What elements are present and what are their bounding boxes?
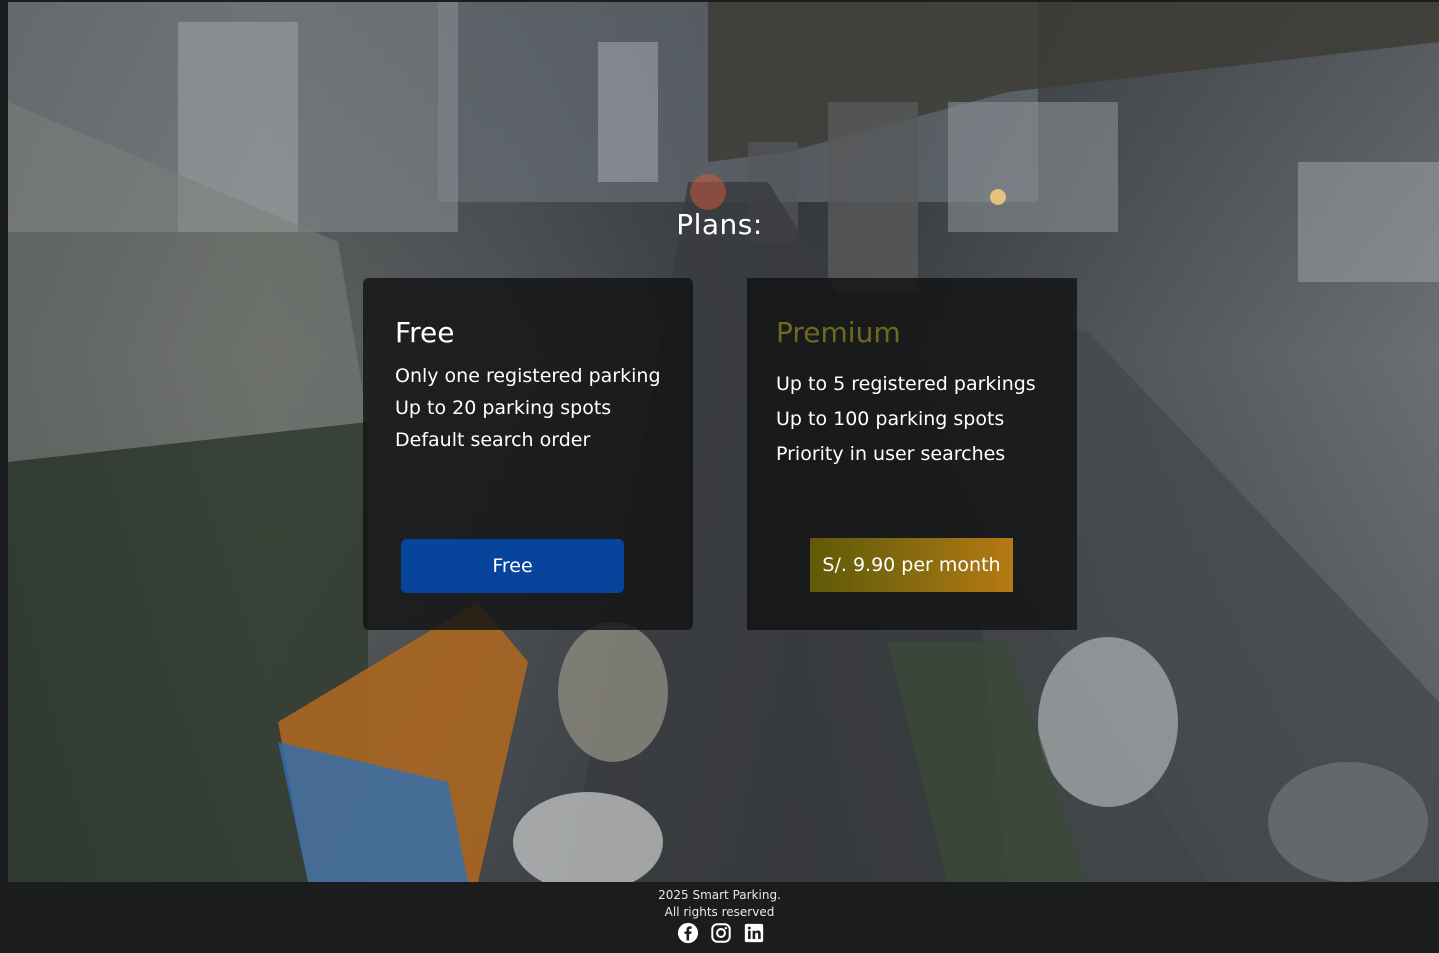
copyright-text: 2025 Smart Parking.: [658, 888, 781, 902]
feature-item: Only one registered parking: [395, 365, 661, 387]
rights-text: All rights reserved: [664, 905, 775, 919]
feature-item: Up to 20 parking spots: [395, 397, 612, 419]
facebook-icon[interactable]: [676, 922, 699, 945]
feature-item: Up to 5 registered parkings: [776, 373, 1036, 395]
feature-item: Priority in user searches: [776, 443, 1006, 465]
premium-plan-title: Premium: [776, 316, 901, 349]
free-plan-card: Free Only one registered parking Up to 2…: [363, 278, 693, 630]
plans-heading: Plans:: [676, 208, 763, 241]
free-plan-button[interactable]: Free: [401, 539, 624, 593]
social-links: [676, 922, 766, 946]
free-plan-title: Free: [395, 316, 455, 349]
premium-plan-features: Up to 5 registered parkings Up to 100 pa…: [776, 372, 1071, 477]
premium-plan-button[interactable]: S/. 9.90 per month: [810, 538, 1013, 592]
hero-background: [8, 2, 1439, 882]
footer: 2025 Smart Parking. All rights reserved: [0, 882, 1439, 953]
free-plan-features: Only one registered parking Up to 20 par…: [395, 364, 665, 460]
city-traffic-background-image: [8, 2, 1439, 882]
feature-item: Default search order: [395, 429, 591, 451]
instagram-icon[interactable]: [709, 922, 732, 945]
linkedin-icon[interactable]: [742, 922, 765, 945]
premium-plan-card: Premium Up to 5 registered parkings Up t…: [747, 278, 1077, 630]
feature-item: Up to 100 parking spots: [776, 408, 1005, 430]
